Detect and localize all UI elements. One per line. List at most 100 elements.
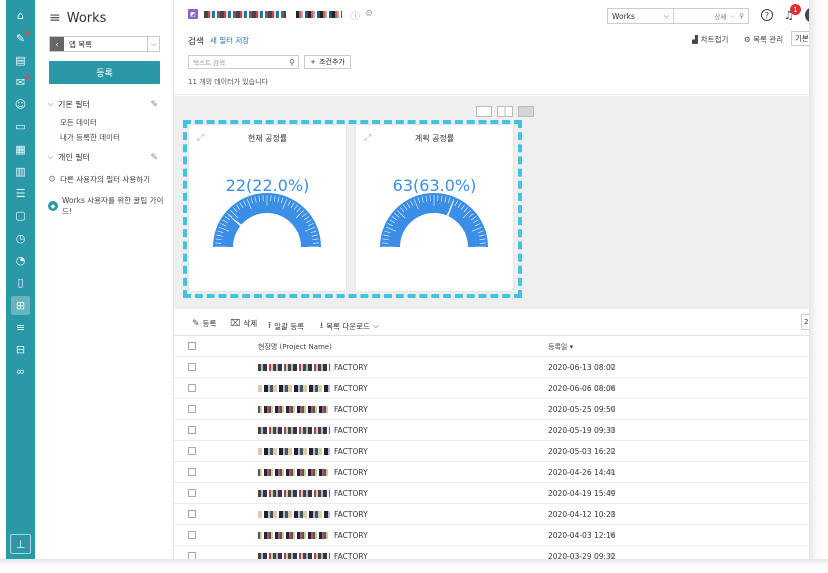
text-search-input[interactable]: 텍스트 검색 ⚲ [188, 55, 299, 69]
list-manage-button[interactable]: ⚙ 목록 관리 [744, 34, 783, 45]
table-row[interactable]: FACTORY 2020-06-06 08:06 ⧉ [174, 378, 809, 399]
row-checkbox[interactable] [188, 405, 196, 413]
sidebar-header: ≡ Works [49, 10, 106, 26]
search-icon[interactable]: ⚲ [739, 12, 744, 20]
open-external-icon[interactable]: ⧉ [610, 531, 615, 540]
open-external-icon[interactable]: ⧉ [610, 363, 615, 372]
table-row[interactable]: FACTORY 2020-04-26 14:41 ⧉ [174, 462, 809, 483]
row-checkbox[interactable] [188, 384, 196, 392]
briefcase-icon[interactable]: ⊟ [11, 340, 30, 359]
calendar-icon[interactable]: ▦ [11, 140, 30, 159]
filter-my-data[interactable]: 내가 등록한 데이터 [60, 132, 120, 143]
table-row[interactable]: FACTORY 2020-04-19 15:49 ⧉ [174, 483, 809, 504]
table-row[interactable]: FACTORY 2020-05-25 09:50 ⧉ [174, 399, 809, 420]
add-condition-label: 조건추가 [319, 58, 345, 66]
org-chart-icon[interactable]: ⊥ [10, 534, 31, 554]
pencil-icon[interactable]: ✎ [150, 100, 158, 110]
table-row[interactable]: FACTORY 2020-04-12 10:23 ⧉ [174, 504, 809, 525]
filter-all-data[interactable]: 모든 데이터 [60, 117, 97, 128]
mail-icon[interactable]: ✉ [11, 73, 30, 92]
open-external-icon[interactable]: ⧉ [610, 552, 615, 559]
select-all-checkbox[interactable] [188, 342, 196, 350]
settings-gear-icon[interactable]: ⚙ [365, 9, 373, 19]
app-list-label: 앱 목록 [69, 39, 93, 49]
open-external-icon[interactable]: ⧉ [610, 468, 615, 477]
chart-fold-button[interactable]: ▟ 차트접기 [692, 34, 728, 45]
row-checkbox[interactable] [188, 552, 196, 559]
use-others-filter-link[interactable]: ⚙ 다른 사용자의 필터 사용하기 [48, 174, 150, 185]
personal-filter-section[interactable]: ⌵ 개인 필터 ✎ [48, 152, 158, 163]
write-icon[interactable]: ✎ [11, 29, 30, 48]
menu-icon[interactable]: ≡ [49, 10, 61, 26]
table-row[interactable]: FACTORY 2020-06-13 08:02 ⧉ [174, 357, 809, 378]
layout-one-column-button[interactable] [476, 106, 492, 117]
open-external-icon[interactable]: ⧉ [610, 447, 615, 456]
pencil-icon[interactable]: ✎ [150, 153, 158, 163]
open-external-icon[interactable]: ⧉ [610, 384, 615, 393]
project-name-suffix[interactable]: FACTORY [334, 489, 368, 498]
info-icon[interactable]: ⓘ [351, 9, 360, 22]
row-checkbox[interactable] [188, 510, 196, 518]
layout-three-column-button[interactable] [518, 106, 534, 117]
row-checkbox[interactable] [188, 489, 196, 497]
global-search-input[interactable]: 상세 ⌵ ⚲ [674, 8, 749, 24]
row-checkbox[interactable] [188, 531, 196, 539]
chart-icon[interactable]: ◔ [11, 251, 30, 270]
layout-two-column-button[interactable] [497, 106, 513, 117]
project-name-suffix[interactable]: FACTORY [334, 426, 368, 435]
project-name-suffix[interactable]: FACTORY [334, 405, 368, 414]
project-name-suffix[interactable]: FACTORY [334, 531, 368, 540]
guide-link[interactable]: ◆ Works 사용자를 위한 꿀팁 가이드! [48, 195, 173, 217]
table-row[interactable]: FACTORY 2020-04-03 12:16 ⧉ [174, 525, 809, 546]
row-checkbox[interactable] [188, 447, 196, 455]
open-external-icon[interactable]: ⧉ [610, 489, 615, 498]
project-name-suffix[interactable]: FACTORY [334, 552, 368, 559]
open-external-icon[interactable]: ⧉ [610, 405, 615, 414]
delete-action[interactable]: ⌧ 삭제 [230, 318, 257, 329]
table-row[interactable]: FACTORY 2020-03-29 09:32 ⧉ [174, 546, 809, 559]
list-icon[interactable]: ☰ [11, 184, 30, 203]
search-scope-select[interactable]: Works ⌵ [607, 8, 674, 24]
column-header-project-name[interactable]: 현장명 (Project Name) [258, 342, 332, 352]
link-icon[interactable]: ∞ [11, 362, 30, 381]
help-icon[interactable]: ? [761, 9, 773, 21]
bulk-register-action[interactable]: ⭱ 일괄 등록 [268, 318, 304, 334]
register-action[interactable]: ✎ 등록 [192, 318, 216, 329]
grid-icon[interactable]: ▥ [11, 162, 30, 181]
project-name-suffix[interactable]: FACTORY [334, 468, 368, 477]
stack-icon[interactable]: ≡ [11, 318, 30, 337]
project-name-suffix[interactable]: FACTORY [334, 363, 368, 372]
save-filter-link[interactable]: 새 필터 저장 [210, 35, 249, 46]
works-app-icon[interactable]: ⊞ [11, 296, 30, 315]
board-icon[interactable]: ▤ [11, 51, 30, 70]
project-name-suffix[interactable]: FACTORY [334, 384, 368, 393]
add-condition-button[interactable]: + 조건추가 [304, 55, 351, 69]
chat-icon[interactable]: ▢ [11, 206, 30, 225]
search-detail-label[interactable]: 상세 [714, 11, 726, 21]
contacts-icon[interactable]: ☺ [11, 95, 30, 114]
table-row[interactable]: FACTORY 2020-05-19 09:33 ⧉ [174, 420, 809, 441]
open-external-icon[interactable]: ⧉ [610, 510, 615, 519]
gauge-target-value: 100 [453, 240, 468, 248]
project-name-suffix[interactable]: FACTORY [334, 510, 368, 519]
download-action[interactable]: ⭳ 목록 다운로드 ⌵ [320, 318, 379, 334]
column-header-registered-date[interactable]: 등록일 ▾ [548, 342, 573, 352]
row-checkbox[interactable] [188, 363, 196, 371]
home-icon[interactable]: ⌂ [11, 6, 30, 25]
row-checkbox[interactable] [188, 468, 196, 476]
table-row[interactable]: FACTORY 2020-05-03 16:22 ⧉ [174, 441, 809, 462]
gauge-target-value: 100 [286, 240, 301, 248]
search-icon[interactable]: ⚲ [289, 58, 295, 67]
project-name-suffix[interactable]: FACTORY [334, 447, 368, 456]
folder-icon[interactable]: ▭ [11, 117, 30, 136]
app-name-redacted [204, 11, 286, 18]
app-list-select[interactable]: ‹ 앱 목록 ⌵ [49, 36, 160, 52]
open-external-icon[interactable]: ⧉ [610, 426, 615, 435]
row-checkbox[interactable] [188, 426, 196, 434]
back-arrow-icon[interactable]: ‹ [50, 37, 64, 51]
document-icon[interactable]: ▯ [11, 273, 30, 292]
register-button[interactable]: 등록 [49, 61, 160, 84]
clock-icon[interactable]: ◷ [11, 229, 30, 248]
basic-filter-section[interactable]: ⌵ 기본 필터 ✎ [48, 99, 158, 110]
app-title: Works [66, 10, 107, 26]
